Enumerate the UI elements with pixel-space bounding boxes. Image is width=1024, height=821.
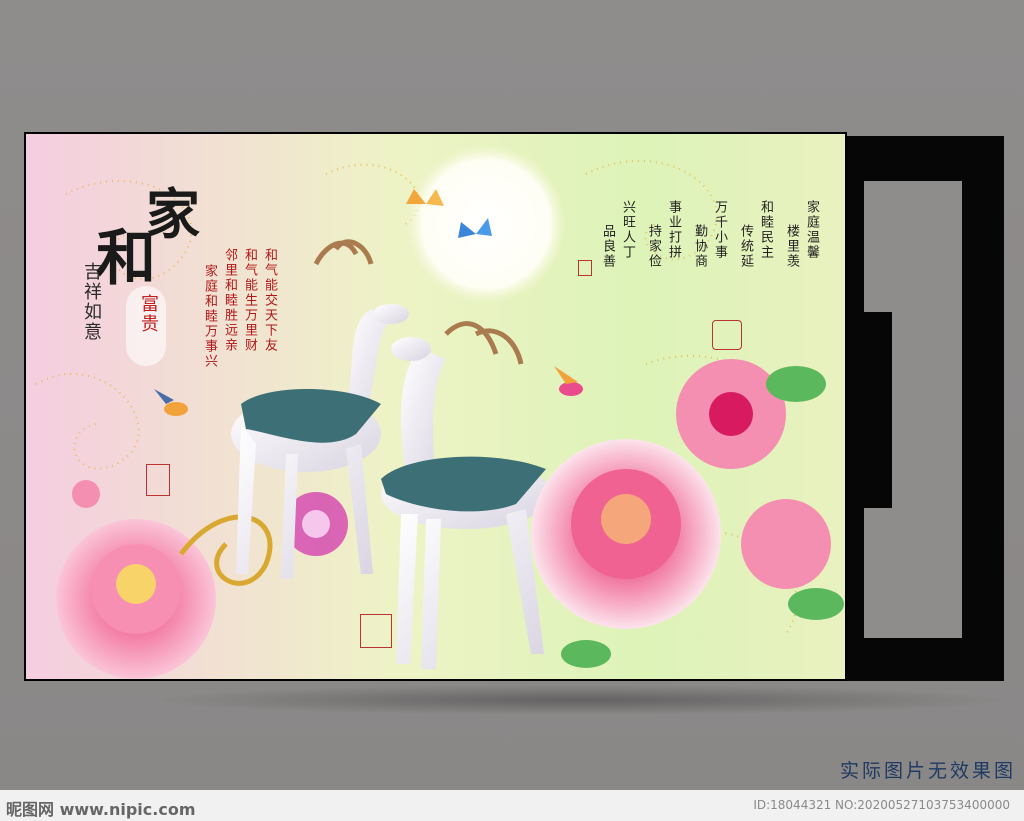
red-seal — [360, 614, 392, 648]
fugui-badge: 富贵 — [126, 286, 166, 366]
right-poem-col-1: 家庭温馨 — [804, 200, 819, 260]
fugui-text: 富贵 — [138, 294, 159, 334]
shelf-notch-recess — [892, 181, 962, 312]
right-poem-col-4: 传统延 — [738, 224, 753, 269]
right-poem-col-5: 万千小事 — [712, 200, 727, 260]
left-poem-col-1: 和气能交天下友 — [262, 248, 277, 353]
left-poem-col-3: 邻里和睦胜远亲 — [222, 248, 237, 353]
left-poem-col-4: 家庭和睦万事兴 — [202, 264, 217, 369]
bird-icon — [154, 389, 188, 416]
right-poem-col-2: 楼里羡 — [784, 224, 799, 269]
shelf-notch — [846, 312, 892, 508]
title-char-he: 和 — [96, 224, 156, 294]
mural-shadow — [150, 685, 1010, 715]
image-id: ID:18044321 NO:20200527103753400000 — [753, 798, 1010, 812]
red-seal — [712, 320, 742, 350]
right-poem-col-7: 事业打拼 — [666, 200, 681, 260]
caption-text: 实际图片无效果图 — [839, 760, 1016, 782]
red-seal — [578, 260, 592, 276]
site-logo: 昵图网 www.nipic.com — [6, 800, 196, 819]
bird-icon — [554, 366, 583, 396]
right-poem-col-10: 品良善 — [600, 224, 615, 269]
peony-small-center — [302, 510, 330, 538]
right-poem-col-9: 兴旺人丁 — [620, 200, 635, 260]
right-poem-col-6: 勤协商 — [692, 224, 707, 269]
right-poem-col-8: 持家俭 — [646, 224, 661, 269]
mural-canvas: 家 和 吉祥如意 富贵 和气能交天下友 和气能生万里财 邻里和睦胜远亲 家庭和睦… — [24, 132, 847, 681]
right-poem-col-3: 和睦民主 — [758, 200, 773, 260]
red-seal — [146, 464, 170, 496]
peony-right — [531, 359, 844, 668]
deer-right — [381, 321, 551, 669]
left-poem-col-2: 和气能生万里财 — [242, 248, 257, 353]
peony-left — [56, 480, 216, 679]
subtitle-vertical: 吉祥如意 — [81, 262, 102, 342]
